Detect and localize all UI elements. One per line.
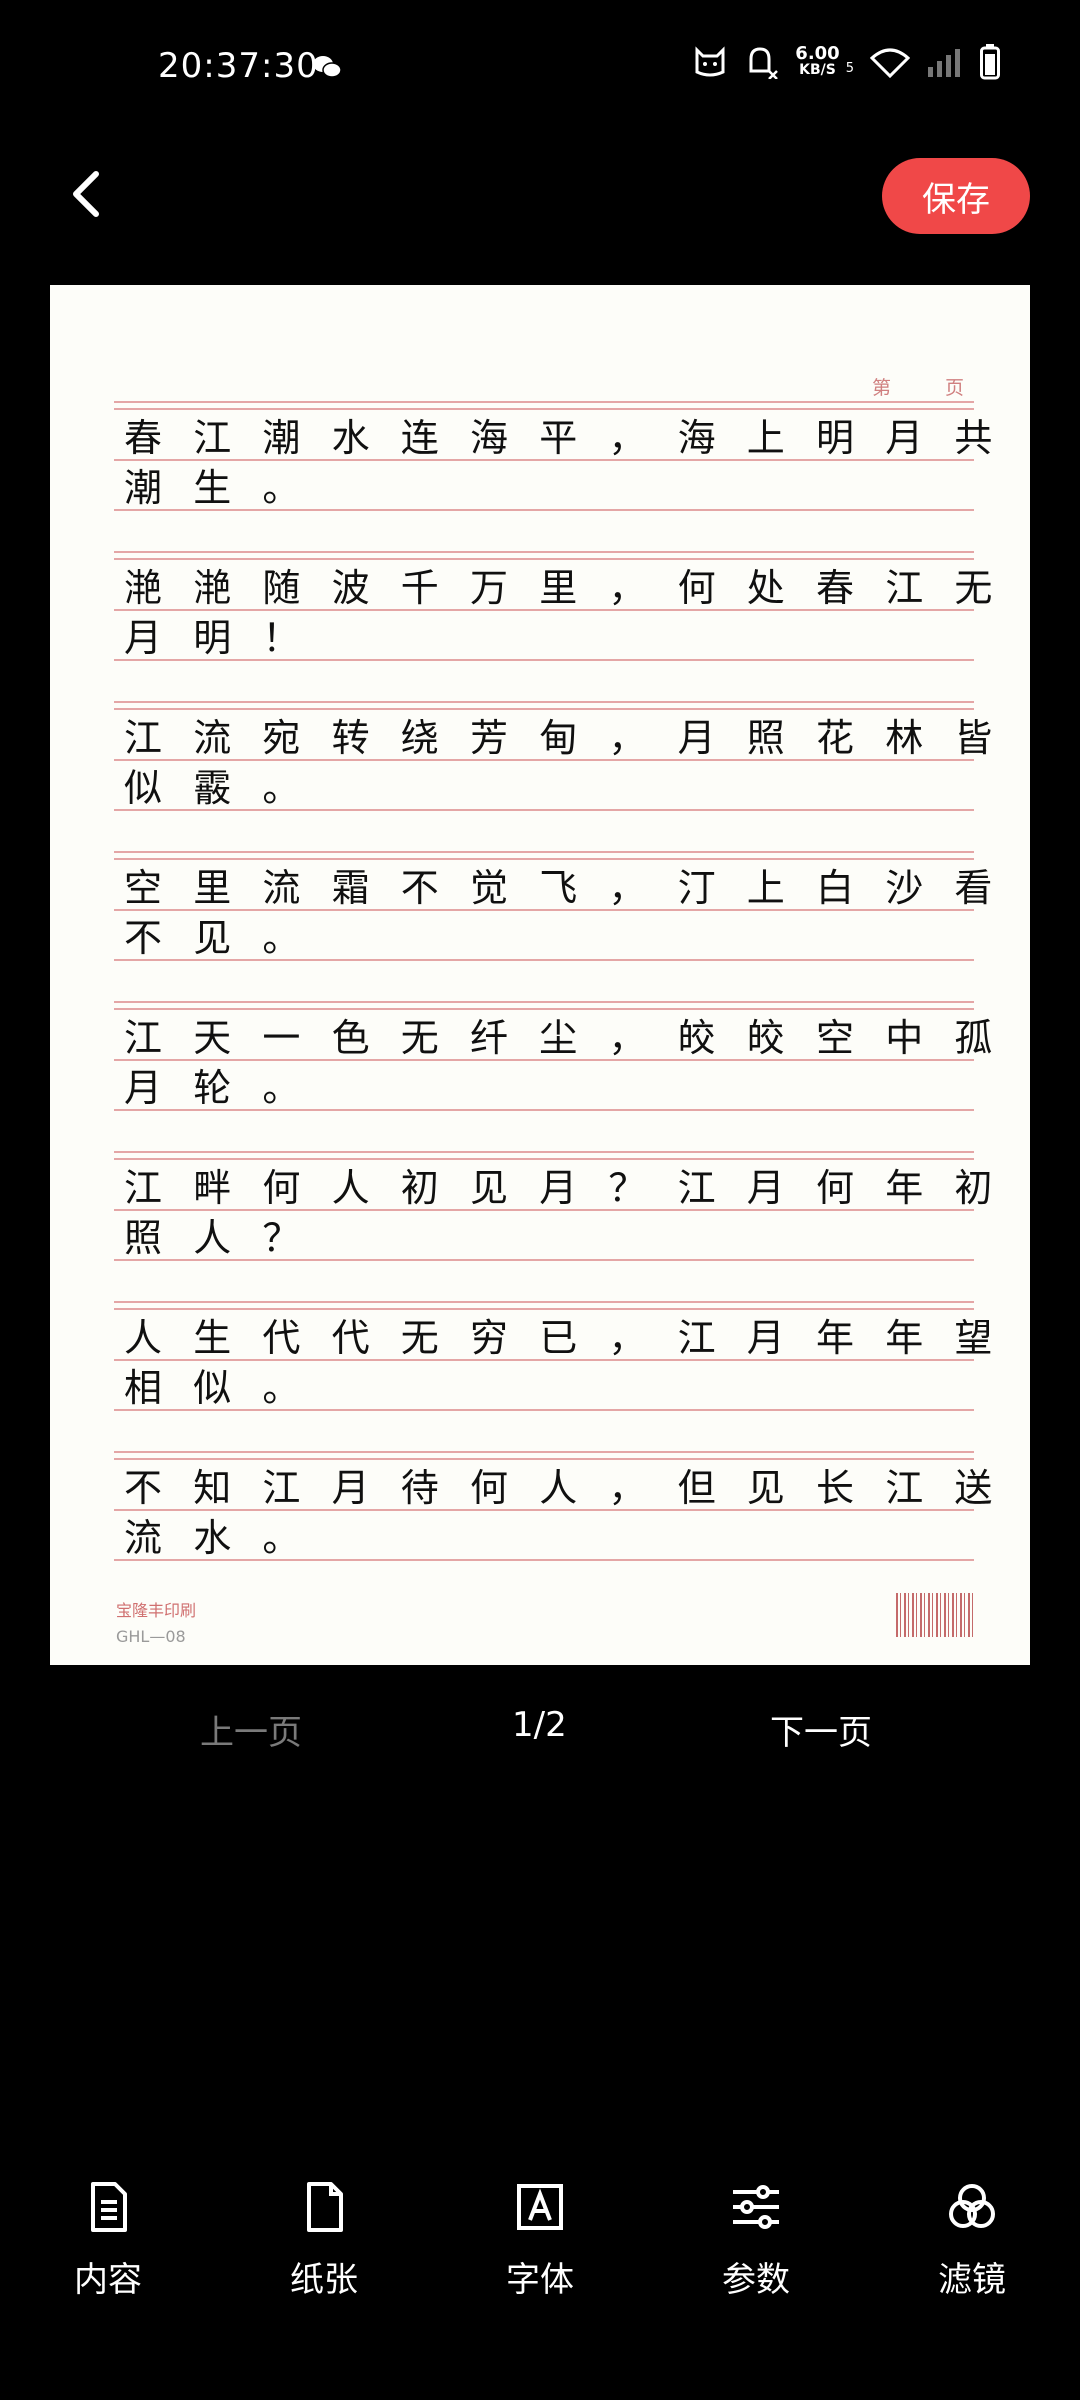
wifi-icon [870,48,910,78]
poem-line: 春江潮水连海平，海上明月共 [124,416,1024,460]
poem-couplet: 人生代代无穷已，江月年年望 相似。 [114,1301,992,1451]
net-speed-unit: KB/S [799,62,836,78]
poem-line: 潮生。 [124,466,332,510]
poem-line: 流水。 [124,1516,332,1560]
signal-icon [928,49,960,77]
poem-line: 不知江月待何人，但见长江送 [124,1466,1024,1510]
net-speed-value: 6.00 [795,43,840,64]
poem-couplet: 空里流霜不觉飞，汀上白沙看 不见。 [114,851,992,1001]
poem-couplet: 春江潮水连海平，海上明月共 潮生。 [114,401,992,551]
font-icon [517,2184,563,2230]
poem-line: 江流宛转绕芳甸，月照花林皆 [124,716,1024,760]
battery-icon [980,44,1000,80]
status-bar: 20:37:30 6.00 KB/S 5 [0,0,1080,140]
paper-icon [307,2182,343,2232]
page-indicator: 1/2 [512,1705,567,1745]
poem-line: 江畔何人初见月？江月何年初 [124,1166,1024,1210]
prev-page-button[interactable]: 上一页 [200,1705,302,1754]
tool-params[interactable]: 参数 [686,2180,826,2301]
poem-couplet: 江流宛转绕芳甸，月照花林皆 似霰。 [114,701,992,851]
status-time: 20:37:30 [158,46,319,86]
wechat-icon [313,56,342,78]
poem-line: 月明！ [124,616,332,660]
pager: 上一页 1/2 下一页 [0,1705,1080,1755]
publisher-label: 宝隆丰印刷 [116,1601,197,1620]
tool-filter-label: 滤镜 [938,2260,1006,2300]
tool-filter[interactable]: 滤镜 [902,2180,1042,2301]
signal-badge: 5 [845,60,854,76]
tool-paper[interactable]: 纸张 [254,2180,394,2301]
poem-line: 空里流霜不觉飞，汀上白沙看 [124,866,1024,910]
tool-font[interactable]: 字体 [470,2180,610,2301]
tool-font-label: 字体 [506,2260,574,2300]
poem-line: 相似。 [124,1366,332,1410]
cat-icon [695,46,725,77]
filter-icon [949,2184,995,2228]
page-label: 第页 [872,377,1019,399]
barcode [896,1593,976,1637]
poem-line: 江天一色无纤尘，皎皎空中孤 [124,1016,1024,1060]
poem-couplet: 滟滟随波千万里，何处春江无 月明！ [114,551,992,701]
net-speed: 6.00 KB/S [795,43,840,79]
poem-line: 人生代代无穷已，江月年年望 [124,1316,1024,1360]
document-icon [91,2182,127,2232]
tool-params-label: 参数 [722,2260,790,2300]
tool-content-label: 内容 [74,2260,142,2300]
tool-content[interactable]: 内容 [38,2180,178,2301]
poem-line: 似霰。 [124,766,332,810]
poem-line: 滟滟随波千万里，何处春江无 [124,566,1024,610]
poem-couplet: 江天一色无纤尘，皎皎空中孤 月轮。 [114,1001,992,1151]
sliders-icon [733,2185,779,2229]
poem-line: 月轮。 [124,1066,332,1110]
bottom-toolbar: 内容 纸张 字体 参数 滤镜 [0,2180,1080,2300]
poem-line: 不见。 [124,916,332,960]
save-button[interactable]: 保存 [882,158,1030,234]
next-page-button[interactable]: 下一页 [770,1705,872,1754]
bell-muted-icon [749,47,779,79]
tool-paper-label: 纸张 [290,2260,358,2300]
poem-line: 照人？ [124,1216,332,1260]
poem-couplet: 江畔何人初见月？江月何年初 照人？ [114,1151,992,1301]
product-code: GHL—08 [116,1627,186,1646]
ruled-lines: 春江潮水连海平，海上明月共 潮生。 滟滟随波千万里，何处春江无 月明！ 江流宛转… [114,401,992,1601]
status-icons: 6.00 KB/S 5 [693,44,1000,80]
back-icon[interactable] [62,168,114,220]
paper-preview: 第页 春江潮水连海平，海上明月共 潮生。 滟滟随波千万里，何处春江无 月明！ 江… [50,285,1030,1665]
poem-couplet: 不知江月待何人，但见长江送 流水。 [114,1451,992,1601]
